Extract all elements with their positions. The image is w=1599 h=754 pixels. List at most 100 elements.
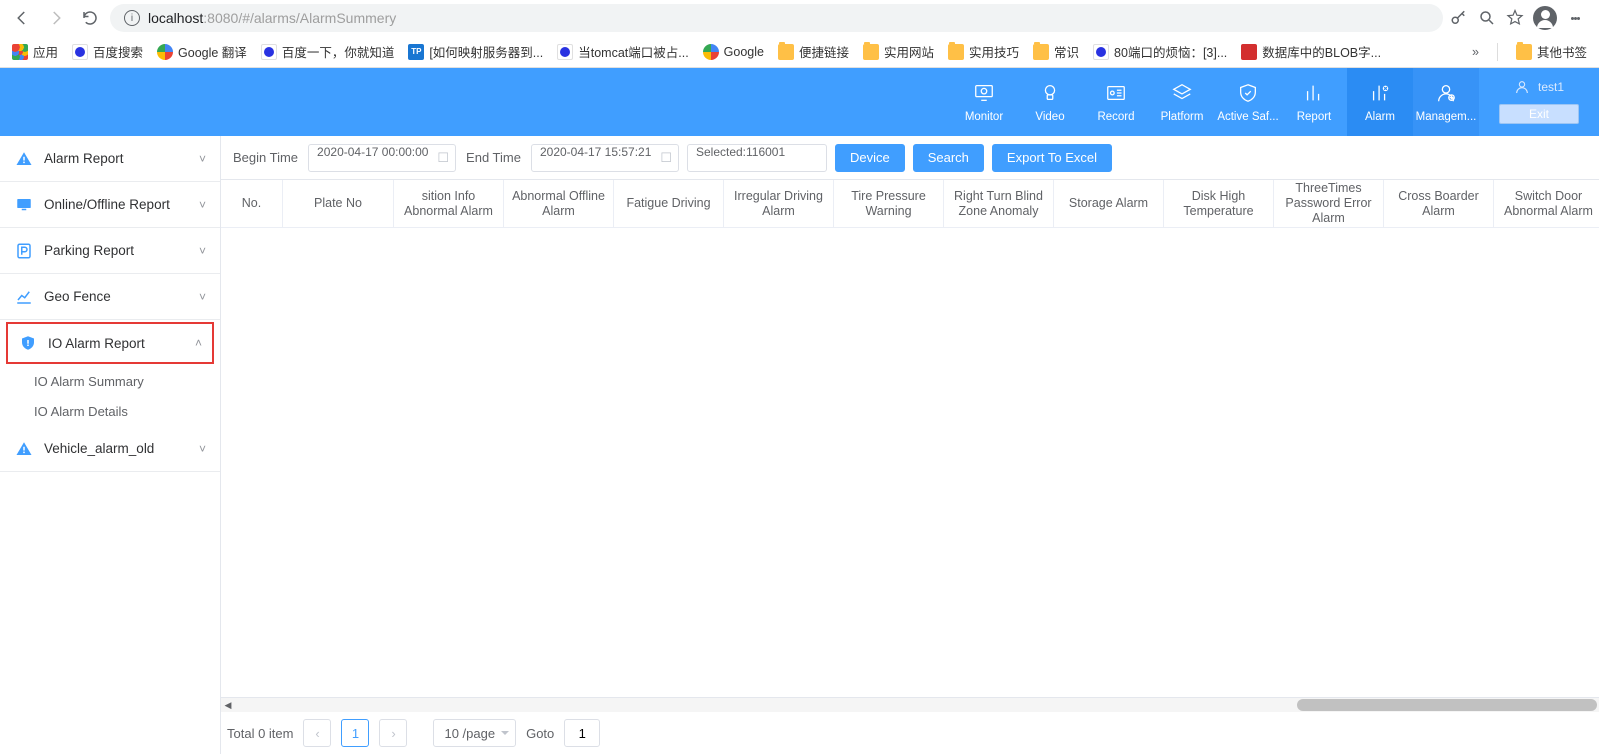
sidebar-item-io-alarm-report[interactable]: IO Alarm Report˄ <box>6 322 214 364</box>
column-header[interactable]: ThreeTimes Password Error Alarm <box>1274 180 1384 227</box>
nav-platform[interactable]: Platform <box>1149 68 1215 136</box>
bookmark-label: 百度一下，你就知道 <box>282 42 395 61</box>
sidebar-item-parking-report[interactable]: Parking Report˅ <box>0 228 220 274</box>
end-time-label: End Time <box>464 150 523 165</box>
url-text: localhost:8080/#/alarms/AlarmSummery <box>148 10 396 26</box>
back-button[interactable] <box>8 4 36 32</box>
profile-avatar[interactable] <box>1533 6 1557 30</box>
nav-active[interactable]: Active Saf... <box>1215 68 1281 136</box>
active-icon <box>1236 82 1260 107</box>
begin-time-input[interactable]: 2020-04-17 00:00:00 ☐ <box>308 144 456 172</box>
bookmark-item[interactable]: Google <box>703 44 764 60</box>
scrollbar-thumb[interactable] <box>1297 699 1597 711</box>
column-header[interactable]: Switch Door Abnormal Alarm <box>1494 180 1599 227</box>
table: No.Plate Nosition Info Abnormal AlarmAbn… <box>221 180 1599 698</box>
baidu-icon <box>557 44 573 60</box>
pagination: Total 0 item ‹ 1 › 10 /page Goto <box>221 712 1599 754</box>
horizontal-scrollbar[interactable]: ◀ ▶ <box>221 698 1599 712</box>
star-icon[interactable] <box>1505 8 1525 28</box>
forward-button[interactable] <box>42 4 70 32</box>
zoom-icon[interactable] <box>1477 8 1497 28</box>
search-button[interactable]: Search <box>913 144 984 172</box>
bookmark-item[interactable]: 当tomcat端口被占... <box>557 42 688 61</box>
reload-button[interactable] <box>76 4 104 32</box>
total-text: Total 0 item <box>227 726 293 741</box>
exit-button[interactable]: Exit <box>1499 104 1579 124</box>
bookmark-item[interactable]: 百度搜索 <box>72 42 143 61</box>
column-header[interactable]: Abnormal Offline Alarm <box>504 180 614 227</box>
key-icon[interactable] <box>1449 8 1469 28</box>
selected-input[interactable]: Selected:116001 <box>687 144 827 172</box>
bookmark-item[interactable]: 实用网站 <box>863 42 934 61</box>
export-button[interactable]: Export To Excel <box>992 144 1112 172</box>
nav-monitor[interactable]: Monitor <box>951 68 1017 136</box>
sidebar-item-vehicle-alarm-old[interactable]: Vehicle_alarm_old˅ <box>0 426 220 472</box>
folder-icon <box>948 44 964 60</box>
calendar-icon: ☐ <box>437 150 449 166</box>
device-button[interactable]: Device <box>835 144 905 172</box>
bookmark-item[interactable]: 实用技巧 <box>948 42 1019 61</box>
sidebar-item-alarm-report[interactable]: Alarm Report˅ <box>0 136 220 182</box>
bookmark-item[interactable]: 数据库中的BLOB字... <box>1241 42 1381 61</box>
next-page-button[interactable]: › <box>379 719 407 747</box>
nav-record[interactable]: Record <box>1083 68 1149 136</box>
google-icon <box>157 44 173 60</box>
bookmarks-separator <box>1497 43 1498 61</box>
column-header[interactable]: No. <box>221 180 283 227</box>
bookmark-item[interactable]: 常识 <box>1033 42 1079 61</box>
bookmark-item[interactable]: 百度一下，你就知道 <box>261 42 395 61</box>
column-header[interactable]: Plate No <box>283 180 394 227</box>
column-header[interactable]: Fatigue Driving <box>614 180 724 227</box>
nav-label: Monitor <box>965 111 1003 123</box>
nav-report[interactable]: Report <box>1281 68 1347 136</box>
google-icon <box>703 44 719 60</box>
apps-shortcut[interactable]: 应用 <box>12 42 58 61</box>
report-icon <box>1302 82 1326 107</box>
column-header[interactable]: Irregular Driving Alarm <box>724 180 834 227</box>
site-info-icon[interactable]: i <box>124 10 140 26</box>
nav-label: Alarm <box>1365 111 1395 123</box>
bookmark-label: 实用技巧 <box>969 42 1019 61</box>
video-icon <box>1038 82 1062 107</box>
column-header[interactable]: Tire Pressure Warning <box>834 180 944 227</box>
column-header[interactable]: Cross Boarder Alarm <box>1384 180 1494 227</box>
bookmark-item[interactable]: TP[如何映射服务器到... <box>408 42 543 61</box>
sidebar-item-online-offline-report[interactable]: Online/Offline Report˅ <box>0 182 220 228</box>
address-bar[interactable]: i localhost:8080/#/alarms/AlarmSummery <box>110 4 1443 32</box>
page-size-select[interactable]: 10 /page <box>433 719 516 747</box>
chart-icon <box>14 287 34 307</box>
username: test1 <box>1538 80 1564 94</box>
sidebar-subitem[interactable]: IO Alarm Details <box>0 396 220 426</box>
browser-actions <box>1449 6 1591 30</box>
scroll-left-icon[interactable]: ◀ <box>221 698 235 712</box>
column-header[interactable]: Right Turn Blind Zone Anomaly <box>944 180 1054 227</box>
column-header[interactable]: Disk High Temperature <box>1164 180 1274 227</box>
sidebar-label: IO Alarm Report <box>48 336 145 351</box>
column-header[interactable]: Storage Alarm <box>1054 180 1164 227</box>
nav-manage[interactable]: Managem... <box>1413 68 1479 136</box>
sidebar-item-geo-fence[interactable]: Geo Fence˅ <box>0 274 220 320</box>
bookmark-item[interactable]: 便捷链接 <box>778 42 849 61</box>
bookmark-item[interactable]: Google 翻译 <box>157 42 247 61</box>
end-time-input[interactable]: 2020-04-17 15:57:21 ☐ <box>531 144 679 172</box>
nav-label: Active Saf... <box>1217 111 1278 123</box>
nav-label: Record <box>1097 111 1134 123</box>
bookmark-item[interactable]: 80端口的烦恼：[3]... <box>1093 42 1227 61</box>
warning-icon <box>14 439 34 459</box>
bookmarks-bar: 应用 百度搜索 Google 翻译 百度一下，你就知道 TP[如何映射服务器到... 当… <box>0 36 1599 68</box>
parking-icon <box>14 241 34 261</box>
nav-video[interactable]: Video <box>1017 68 1083 136</box>
prev-page-button[interactable]: ‹ <box>303 719 331 747</box>
bookmarks-more[interactable]: » <box>1472 45 1479 59</box>
page-number[interactable]: 1 <box>341 719 369 747</box>
folder-icon <box>778 44 794 60</box>
sidebar-subitem[interactable]: IO Alarm Summary <box>0 366 220 396</box>
goto-input[interactable] <box>564 719 600 747</box>
folder-icon <box>863 44 879 60</box>
nav-alarm[interactable]: Alarm <box>1347 68 1413 136</box>
sidebar: Alarm Report˅Online/Offline Report˅Parki… <box>0 136 221 754</box>
user-icon <box>1514 79 1530 95</box>
chrome-menu-icon[interactable] <box>1565 8 1585 28</box>
column-header[interactable]: sition Info Abnormal Alarm <box>394 180 504 227</box>
other-bookmarks[interactable]: 其他书签 <box>1516 42 1587 61</box>
